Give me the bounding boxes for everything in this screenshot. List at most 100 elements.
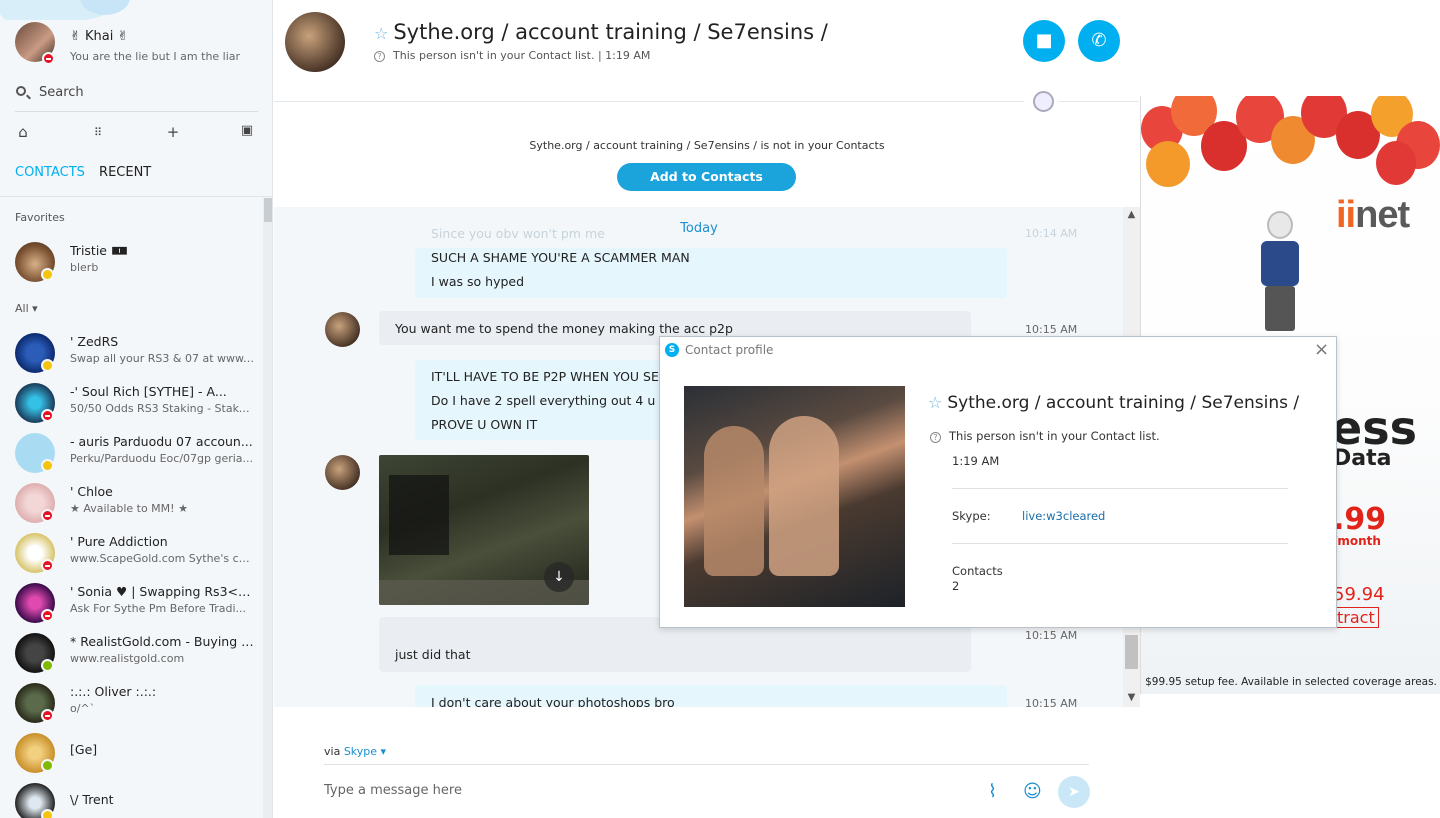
contact-item[interactable]: -' Soul Rich [SYTHE] - A... 50/50 Odds R…: [0, 378, 262, 428]
away-status-icon: [41, 359, 54, 372]
scroll-up-icon[interactable]: ▲: [1123, 209, 1140, 220]
message-bubble: SUCH A SHAME YOU'RE A SCAMMER MAN I was …: [415, 248, 1007, 298]
plus-icon[interactable]: +: [163, 123, 183, 141]
image-content: [389, 475, 449, 555]
contact-item[interactable]: [Ge]: [0, 728, 262, 778]
message-time: 10:14 AM: [1025, 227, 1078, 240]
divider: [952, 488, 1288, 489]
my-profile[interactable]: ✌ Khai ✌ You are the lie but I am the li…: [0, 0, 272, 80]
divider: [324, 764, 1089, 765]
ad-data: Data: [1333, 446, 1392, 471]
contact-item[interactable]: \/ Trent: [0, 778, 262, 818]
add-to-contacts-button[interactable]: Add to Contacts: [617, 163, 796, 191]
skype-window: ✌ Khai ✌ You are the lie but I am the li…: [0, 0, 1440, 818]
conversation-avatar[interactable]: [285, 12, 345, 72]
divider: [1059, 101, 1139, 102]
dnd-status-icon: [41, 509, 54, 522]
profile-name-text: Sythe.org / account training / Se7ensins…: [947, 393, 1300, 413]
contact-mood: blerb: [70, 261, 99, 274]
skype-id[interactable]: live:w3cleared: [1022, 509, 1105, 523]
contact-name: ' Pure Addiction: [70, 534, 168, 549]
profile-name: ☆ Sythe.org / account training / Se7ensin…: [928, 393, 1299, 413]
sidebar-tabs: CONTACTS RECENT: [15, 165, 161, 180]
scrollbar-thumb[interactable]: [1125, 635, 1138, 669]
logo-ii: ii: [1336, 194, 1356, 236]
contact-item[interactable]: ' Chloe ★ Available to MM! ★: [0, 478, 262, 528]
globe-icon[interactable]: [1033, 91, 1054, 112]
ad-image: [1259, 211, 1301, 331]
video-camera-icon: ■: [1035, 30, 1053, 51]
divider: [274, 101, 1024, 102]
divider: [952, 543, 1288, 544]
ad-old-price: 59.94: [1333, 584, 1385, 605]
dnd-status-icon: [41, 609, 54, 622]
message-text: SUCH A SHAME YOU'RE A SCAMMER MAN: [431, 250, 690, 265]
away-status-icon: [41, 459, 54, 472]
ad-image: [1261, 241, 1299, 286]
scrollbar-thumb[interactable]: [264, 198, 272, 222]
message-bubble: I don't care about your photoshops bro: [415, 685, 1007, 707]
attachment-icon[interactable]: ⌇: [988, 781, 997, 802]
contact-item[interactable]: ' Pure Addiction www.ScapeGold.com Sythe…: [0, 528, 262, 578]
contact-item[interactable]: * RealistGold.com - Buying &... www.real…: [0, 628, 262, 678]
help-icon: ?: [930, 432, 941, 443]
search-input[interactable]: Search: [39, 85, 84, 100]
sender-avatar[interactable]: [325, 312, 360, 347]
logo-net: net: [1355, 194, 1410, 236]
contact-mood: www.ScapeGold.com Sythe's ch...: [70, 552, 255, 565]
search-box[interactable]: Search: [0, 80, 272, 112]
contact-mood: www.realistgold.com: [70, 652, 185, 665]
via-selector[interactable]: via Skype ▾: [324, 745, 386, 758]
tab-recent[interactable]: RECENT: [99, 165, 151, 180]
message-time: 10:15 AM: [1025, 697, 1078, 707]
help-icon: ?: [374, 51, 385, 62]
home-icon[interactable]: ⌂: [13, 123, 33, 141]
all-filter-dropdown[interactable]: All ▾: [15, 302, 38, 315]
contact-name: [Ge]: [70, 742, 98, 757]
sidebar: ✌ Khai ✌ You are the lie but I am the li…: [0, 0, 273, 818]
video-call-button[interactable]: ■: [1023, 20, 1065, 62]
favorites-label: Favorites: [15, 211, 65, 224]
contact-item[interactable]: ' ZedRS Swap all your RS3 & 07 at www...…: [0, 328, 262, 378]
search-icon: [16, 86, 26, 96]
contact-profile-dialog: S Contact profile × ☆ Sythe.org / account…: [659, 336, 1337, 628]
close-icon[interactable]: ×: [1314, 339, 1329, 360]
audio-call-button[interactable]: ✆: [1078, 20, 1120, 62]
contact-list-scrollbar[interactable]: [263, 198, 272, 818]
via-service[interactable]: Skype ▾: [344, 745, 386, 758]
ad-image: [1376, 141, 1416, 185]
online-status-icon: [41, 759, 54, 772]
away-status-icon: [41, 268, 54, 281]
scroll-down-icon[interactable]: ▼: [1123, 692, 1140, 703]
contact-mood: o/^`: [70, 702, 96, 715]
ad-image: [1265, 286, 1295, 331]
dnd-status-icon: [41, 709, 54, 722]
send-button[interactable]: ➤: [1058, 776, 1090, 808]
emoticon-icon[interactable]: ☺: [1023, 781, 1042, 802]
via-label: via: [324, 745, 341, 758]
download-icon[interactable]: ↓: [544, 562, 574, 592]
message-input[interactable]: Type a message here: [324, 783, 462, 798]
conversation-name: Sythe.org / account training / Se7ensins…: [393, 20, 828, 44]
star-icon[interactable]: ☆: [928, 393, 942, 412]
contact-item[interactable]: Tristie 🀰 blerb: [0, 237, 262, 287]
dialpad-icon[interactable]: ⠿: [88, 126, 108, 139]
bot-icon[interactable]: ▣: [237, 123, 257, 138]
message-text: PROVE U OWN IT: [431, 417, 538, 432]
message-text: just did that: [395, 647, 471, 662]
divider: [0, 196, 272, 197]
skype-label: Skype:: [952, 509, 991, 523]
image-attachment[interactable]: ↓: [379, 455, 589, 605]
sender-avatar[interactable]: [325, 455, 360, 490]
tab-contacts[interactable]: CONTACTS: [15, 165, 85, 180]
contact-item[interactable]: ' Sonia ♥ | Swapping Rs3<->... Ask For S…: [0, 578, 262, 628]
dnd-status-icon: [42, 52, 55, 65]
phone-icon: ✆: [1091, 30, 1107, 51]
divider: [15, 111, 258, 112]
contact-item[interactable]: :.:.: Oliver :.:.: o/^`: [0, 678, 262, 728]
skype-icon: S: [665, 343, 679, 357]
dnd-status-icon: [41, 409, 54, 422]
message-text: I was so hyped: [431, 274, 525, 289]
star-icon[interactable]: ☆: [374, 24, 388, 43]
contact-item[interactable]: - auris Parduodu 07 accoun... Perku/Pard…: [0, 428, 262, 478]
